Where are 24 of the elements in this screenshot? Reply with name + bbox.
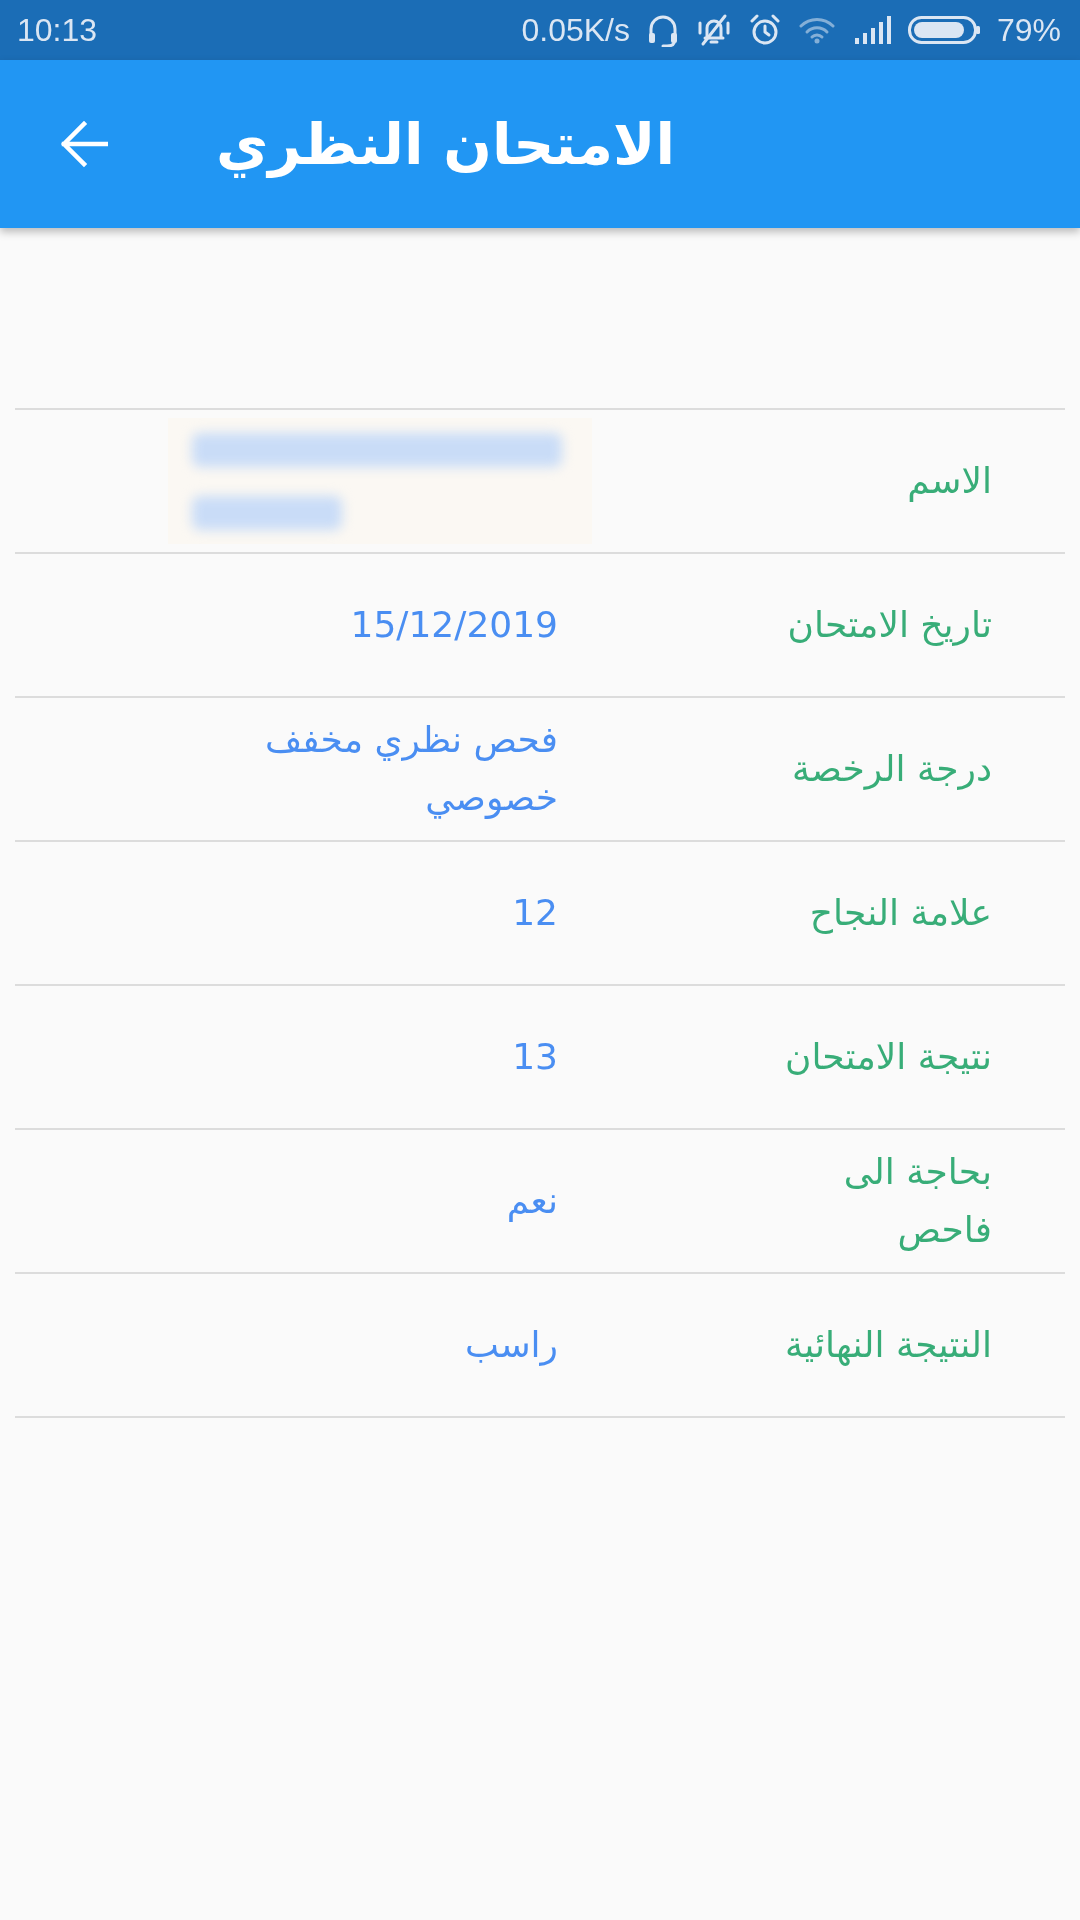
headset-icon <box>646 13 679 47</box>
field-label: درجة الرخصة <box>790 747 992 792</box>
field-value: راسب <box>464 1323 558 1368</box>
back-arrow-icon <box>60 120 108 168</box>
field-label: النتيجة النهائية <box>783 1323 992 1368</box>
field-value: 12 <box>511 891 558 935</box>
field-label: بحاجة الى فاحص <box>842 1150 992 1253</box>
back-button[interactable] <box>60 120 108 168</box>
alarm-clock-icon <box>748 14 781 46</box>
status-time: 10:13 <box>17 14 98 46</box>
field-label: نتيجة الامتحان <box>783 1035 992 1079</box>
battery-icon <box>907 16 980 44</box>
field-value: فحص نظري مخفف خصوصي <box>263 718 558 821</box>
battery-percent: 79% <box>996 14 1061 46</box>
screen-title: الامتحان النظري <box>216 109 675 180</box>
signal-icon <box>852 16 891 44</box>
network-speed: 0.05K/s <box>521 14 630 46</box>
field-label: علامة النجاح <box>808 891 992 936</box>
wifi-icon <box>797 16 836 44</box>
field-label: تاريخ الامتحان <box>786 603 992 648</box>
field-value: 13 <box>511 1035 558 1079</box>
field-value: نعم <box>505 1179 558 1224</box>
field-label: الاسم <box>906 459 992 504</box>
field-value: 15/12/2019 <box>349 603 558 647</box>
